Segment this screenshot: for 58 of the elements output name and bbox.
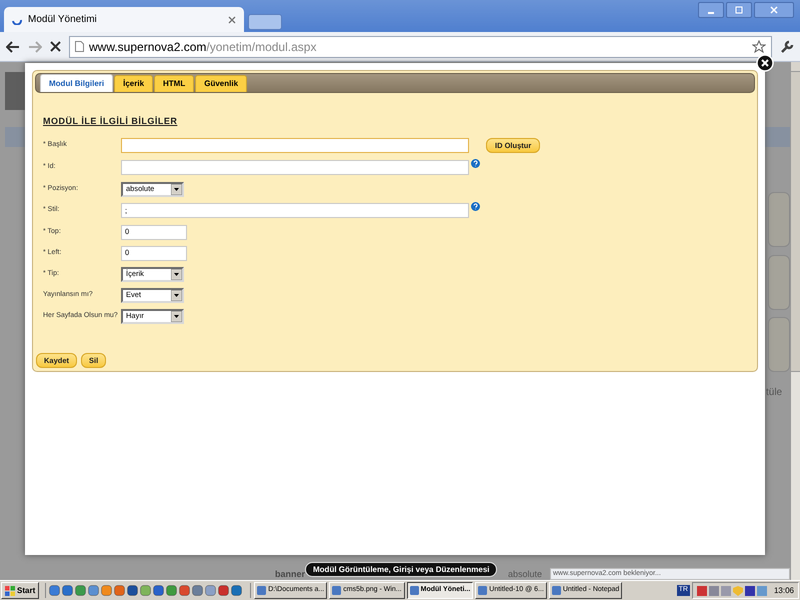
- new-tab-button[interactable]: [248, 14, 282, 30]
- wrench-icon[interactable]: [780, 40, 794, 54]
- app-icon[interactable]: [140, 585, 152, 596]
- background-card: [768, 192, 790, 247]
- app-icon: [552, 586, 561, 595]
- help-icon[interactable]: [471, 202, 480, 210]
- table-cell-text: absolute: [508, 568, 542, 581]
- app-icon: [410, 586, 419, 595]
- windows-logo-icon: [5, 586, 15, 596]
- tab[interactable]: Modul Bilgileri: [40, 74, 114, 92]
- app-icon[interactable]: [62, 585, 74, 596]
- start-button[interactable]: Start: [1, 582, 40, 599]
- app-icon[interactable]: [218, 585, 230, 596]
- app-icon[interactable]: [192, 585, 204, 596]
- section-heading: MODÜL İLE İLGİLİ BİLGİLER: [43, 115, 178, 128]
- url-text: www.supernova2.com/yonetim/modul.aspx: [89, 38, 316, 56]
- background-card: [768, 255, 790, 310]
- star-icon[interactable]: [752, 40, 766, 54]
- app-icon[interactable]: [127, 585, 138, 596]
- page-icon: [75, 41, 84, 52]
- tooltip: Modül Görüntüleme, Girişi veya Düzenlenmesi: [305, 562, 498, 577]
- dropdown-arrow-icon: [171, 184, 182, 194]
- app-icon[interactable]: [205, 585, 216, 596]
- dropdown-arrow-icon: [171, 290, 182, 300]
- table-header: tüle: [766, 386, 782, 400]
- minimize-button[interactable]: [698, 2, 724, 18]
- tab[interactable]: Güvenlik: [195, 75, 248, 92]
- tab[interactable]: HTML: [154, 75, 194, 92]
- tab[interactable]: İçerik: [114, 75, 154, 92]
- close-button[interactable]: [754, 2, 794, 18]
- app-icon[interactable]: [179, 585, 190, 596]
- app-icon[interactable]: [166, 585, 178, 596]
- text-field[interactable]: [121, 138, 469, 153]
- app-icon[interactable]: [75, 585, 86, 596]
- text-field[interactable]: [121, 160, 469, 175]
- app-icon[interactable]: [101, 585, 112, 596]
- stop-icon[interactable]: [50, 41, 61, 52]
- back-icon[interactable]: [6, 40, 20, 52]
- dropdown-arrow-icon: [171, 268, 182, 280]
- app-icon[interactable]: [153, 585, 164, 596]
- app-icon[interactable]: [49, 585, 60, 596]
- tab-title: Modül Yönetimi: [28, 13, 98, 27]
- background-card: [768, 317, 790, 372]
- maximize-button[interactable]: [726, 2, 752, 18]
- clock: 13:06: [774, 584, 794, 596]
- address-bar[interactable]: www.supernova2.com/yonetim/modul.aspx: [69, 36, 772, 58]
- app-icon: [257, 586, 266, 595]
- app-icon[interactable]: [231, 585, 242, 596]
- app-icon: [478, 586, 488, 595]
- table-cell-text: banner: [275, 568, 306, 581]
- maximize-icon: [735, 6, 743, 14]
- dropdown-arrow-icon: [171, 310, 182, 322]
- app-icon[interactable]: [88, 585, 100, 596]
- app-icon[interactable]: [114, 585, 126, 596]
- close-icon: [770, 6, 778, 14]
- help-icon[interactable]: [471, 158, 480, 168]
- browser-tab[interactable]: Modül Yönetimi: [4, 7, 244, 32]
- app-icon: [332, 586, 342, 595]
